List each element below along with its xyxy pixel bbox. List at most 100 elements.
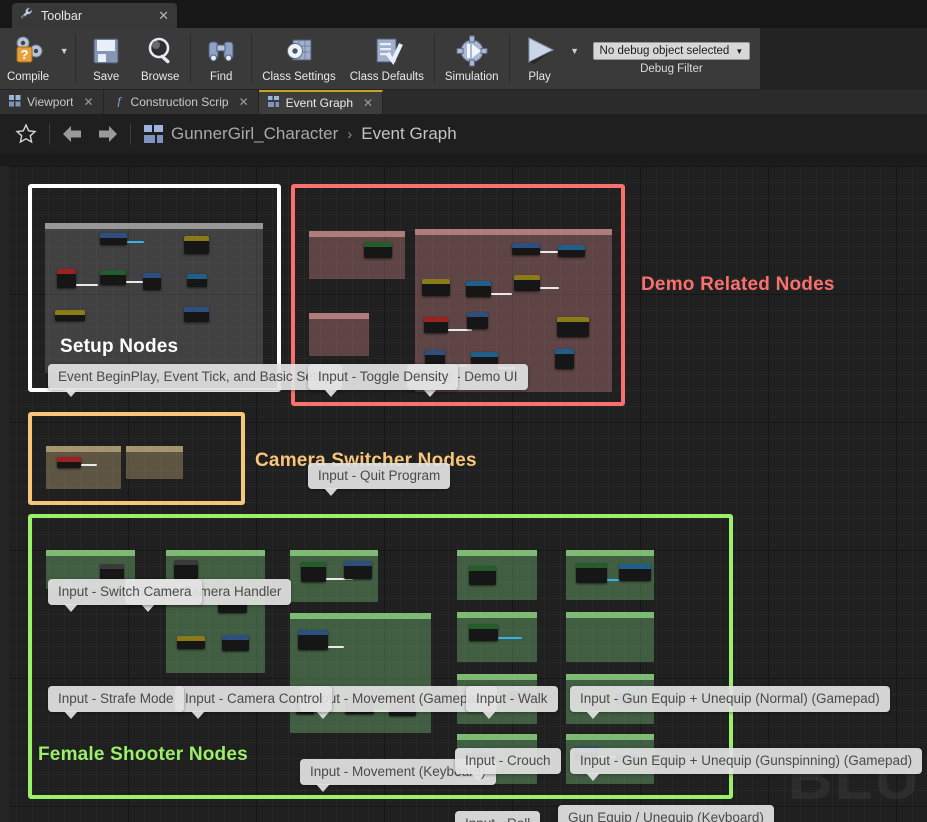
region-label-female-shooter-nodes: Female Shooter Nodes (38, 744, 248, 765)
main-toolbar: ? Compile ▼ Save Browse Find Class Setti… (0, 28, 927, 90)
tooltip-text: Input - Camera Control (185, 691, 323, 706)
toolbar-button-class-settings[interactable]: Class Settings (255, 28, 343, 89)
breadcrumb-separator: › (347, 125, 353, 143)
toolbar-divider (433, 34, 435, 83)
window-tab-toolbar[interactable]: Toolbar ✕ (12, 3, 177, 28)
region-label-setup-nodes: Setup Nodes (60, 336, 179, 357)
toolbar-label-save: Save (93, 71, 120, 83)
tooltip-text: Gun Equip / Unequip (Keyboard) (568, 810, 764, 822)
play-dropdown-caret[interactable]: ▼ (567, 28, 583, 89)
event-graph-icon (267, 95, 280, 111)
tooltip-text: Input - Gun Equip + Unequip (Gunspinning… (580, 753, 913, 768)
tip-camera-control: Input - Camera Control (175, 686, 333, 719)
tab-label-construction-script: Construction Scrip (130, 95, 229, 109)
tooltip-text: Input - Crouch (465, 753, 551, 768)
tooltip-text: Input - Strafe Mode (58, 691, 174, 706)
toolbar-label-play: Play (528, 71, 551, 83)
toolbar-divider (251, 34, 253, 83)
breadcrumb-root[interactable]: GunnerGirl_Character (171, 124, 338, 144)
floppy-disk-icon (90, 31, 122, 71)
tip-gun-equip-kb: Gun Equip / Unequip (Keyboard) (558, 805, 774, 822)
chevron-down-icon: ▼ (735, 46, 744, 56)
tab-label-event-graph: Event Graph (285, 96, 354, 110)
tooltip-text: Event BeginPlay, Event Tick, and Basic S… (58, 369, 332, 384)
play-triangle-icon (522, 31, 558, 71)
window-titlebar: Toolbar ✕ (0, 0, 927, 28)
tab-viewport[interactable]: Viewport ✕ (0, 90, 104, 114)
debug-filter-label: Debug Filter (640, 63, 703, 75)
wrench-icon (20, 7, 34, 24)
tip-crouch: Input - Crouch (455, 748, 561, 781)
close-icon[interactable]: ✕ (158, 8, 169, 24)
event-graph-canvas[interactable]: Setup Nodes Demo Related Nodes Camera Swit… (0, 166, 927, 822)
toolbar-label-find: Find (210, 71, 233, 83)
debug-object-value: No debug object selected (599, 45, 730, 57)
close-icon[interactable]: ✕ (83, 95, 93, 109)
binoculars-icon (205, 31, 237, 71)
magnifier-icon (144, 31, 176, 71)
tip-walk: Input - Walk (466, 686, 558, 719)
close-icon[interactable]: ✕ (239, 95, 249, 109)
clipboard-check-icon (371, 31, 403, 71)
gear-window-icon (283, 31, 315, 71)
debug-filter-group: No debug object selected ▼ Debug Filter (583, 28, 761, 89)
toolbar-button-class-defaults[interactable]: Class Defaults (343, 28, 431, 89)
breadcrumb-current[interactable]: Event Graph (361, 124, 456, 144)
toolbar-button-find[interactable]: Find (194, 28, 248, 89)
toolbar-divider (75, 34, 77, 83)
tooltip-text: Input - Switch Camera (58, 584, 192, 599)
arrow-right-icon[interactable] (90, 125, 124, 143)
tooltip-text: Input - Toggle Density (318, 369, 449, 384)
tip-gun-equip-spin: Input - Gun Equip + Unequip (Gunspinning… (570, 748, 923, 781)
viewport-icon (9, 94, 21, 110)
svg-text:?: ? (21, 47, 29, 62)
window-tab-label: Toolbar (41, 8, 82, 23)
tooltip-text: Input - Gun Equip + Unequip (Normal) (Ga… (580, 691, 880, 706)
region-box-camera-switcher-nodes (28, 412, 245, 505)
breadcrumb: GunnerGirl_Character › Event Graph (0, 114, 927, 154)
tip-switch-camera: Input - Switch Camera (48, 579, 202, 612)
debug-object-select[interactable]: No debug object selected ▼ (592, 42, 751, 60)
function-f-icon: f (113, 94, 125, 110)
toolbar-button-play[interactable]: Play (513, 28, 567, 89)
toolbar-label-class-defaults: Class Defaults (349, 71, 424, 83)
breadcrumb-divider (49, 123, 50, 145)
document-tab-strip: Viewport ✕ f Construction Scrip ✕ Event … (0, 90, 927, 114)
tip-strafe-mode: Input - Strafe Mode (48, 686, 184, 719)
arrow-left-icon[interactable] (56, 125, 90, 143)
region-box-setup-nodes (28, 184, 281, 392)
tooltip-text: Input - Movement (Gamepad) (310, 691, 488, 706)
gear-play-icon (456, 31, 488, 71)
toolbar-label-class-settings: Class Settings (262, 71, 336, 83)
tooltip-text: Input - Quit Program (318, 468, 441, 483)
toolbar-label-simulation: Simulation (444, 71, 499, 83)
close-icon[interactable]: ✕ (363, 96, 373, 110)
toolbar-button-compile[interactable]: ? Compile (0, 28, 56, 89)
toolbar-button-browse[interactable]: Browse (133, 28, 187, 89)
toolbar-empty-space (760, 28, 927, 89)
svg-text:f: f (117, 94, 122, 107)
tab-event-graph[interactable]: Event Graph ✕ (258, 90, 384, 114)
toolbar-button-simulation[interactable]: Simulation (438, 28, 506, 89)
region-label-demo-related-nodes: Demo Related Nodes (641, 274, 835, 295)
event-graph-icon (137, 124, 171, 144)
tab-label-viewport: Viewport (27, 95, 74, 109)
tooltip-text: Input - Walk (476, 691, 548, 706)
compile-gears-question-icon: ? (11, 31, 45, 71)
toolbar-button-save[interactable]: Save (79, 28, 133, 89)
tab-construction-script[interactable]: f Construction Scrip ✕ (103, 90, 259, 114)
tip-basic-setup: Event BeginPlay, Event Tick, and Basic S… (48, 364, 342, 397)
canvas-left-gutter (0, 166, 9, 822)
toolbar-label-compile: Compile (7, 71, 50, 83)
tip-roll: Input - Roll (455, 811, 541, 822)
star-icon[interactable] (9, 123, 43, 145)
tip-gun-equip-normal: Input - Gun Equip + Unequip (Normal) (Ga… (570, 686, 890, 719)
tooltip-text: Input - Roll (465, 816, 530, 822)
compile-dropdown-caret[interactable]: ▼ (56, 28, 72, 89)
tip-toggle-density: Input - Toggle Density (308, 364, 459, 397)
breadcrumb-divider (130, 123, 131, 145)
toolbar-divider (190, 34, 192, 83)
document-tab-empty-space (383, 90, 927, 114)
tip-quit-program: Input - Quit Program (308, 463, 451, 496)
toolbar-divider (508, 34, 510, 83)
